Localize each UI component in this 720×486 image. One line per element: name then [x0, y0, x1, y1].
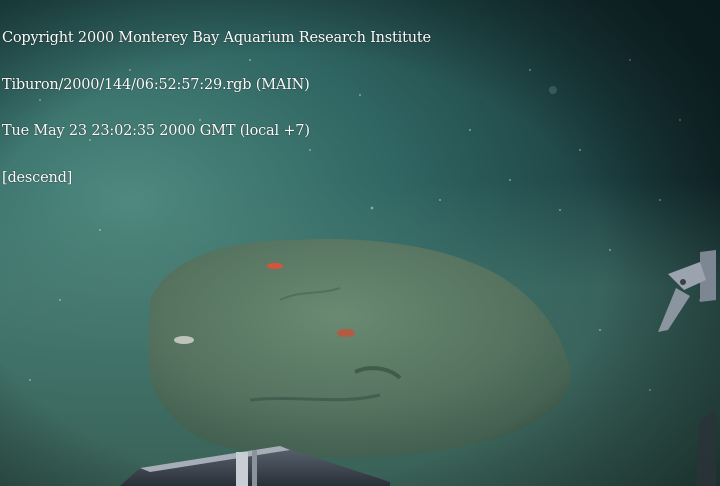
datetime-text: Tue May 23 23:02:35 2000 GMT (local +7) [2, 123, 310, 139]
video-frame: Copyright 2000 Monterey Bay Aquarium Res… [0, 0, 720, 486]
copyright-text: Copyright 2000 Monterey Bay Aquarium Res… [2, 30, 431, 46]
dive-status-text: [descend] [2, 169, 73, 186]
video-timestamp-overlay: Copyright 2000 Monterey Bay Aquarium Res… [2, 0, 431, 217]
source-file-text: Tiburon/2000/144/06:52:57:29.rgb (MAIN) [2, 76, 310, 93]
